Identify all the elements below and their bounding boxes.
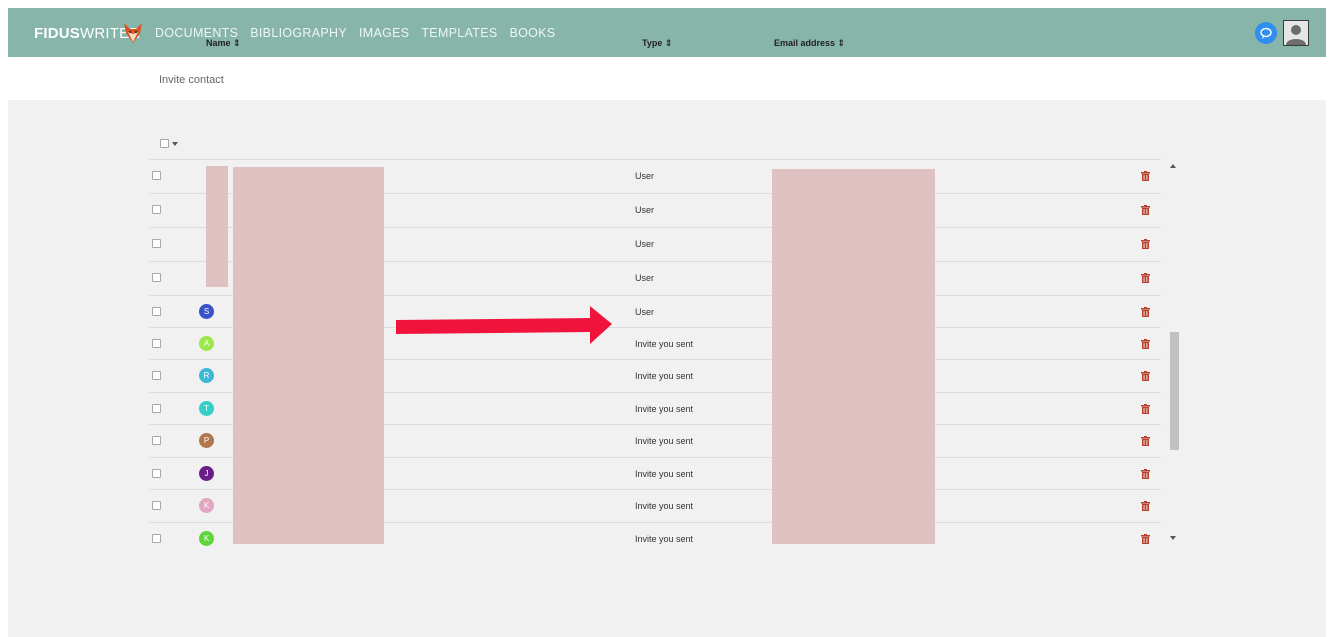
row-checkbox[interactable] — [152, 205, 161, 214]
trash-icon[interactable] — [1141, 436, 1150, 446]
trash-icon[interactable] — [1141, 501, 1150, 511]
row-checkbox[interactable] — [152, 469, 161, 478]
chat-button[interactable] — [1255, 22, 1277, 44]
contact-avatar: P — [199, 433, 214, 448]
row-checkbox[interactable] — [152, 239, 161, 248]
contact-avatar: K — [199, 498, 214, 513]
chat-bubble-icon — [1260, 27, 1272, 39]
trash-icon[interactable] — [1141, 171, 1150, 181]
user-menu-button[interactable] — [1283, 20, 1309, 46]
trash-icon[interactable] — [1141, 534, 1150, 544]
contact-avatar: T — [199, 401, 214, 416]
contact-type: Invite you sent — [635, 501, 694, 511]
contact-type: User — [635, 205, 655, 215]
trash-icon[interactable] — [1141, 273, 1150, 283]
table-scrollbar[interactable] — [1161, 160, 1179, 544]
row-checkbox[interactable] — [152, 436, 161, 445]
contact-type: User — [635, 307, 655, 317]
row-checkbox[interactable] — [152, 501, 161, 510]
trash-icon[interactable] — [1141, 469, 1150, 479]
scrollbar-thumb[interactable] — [1170, 332, 1179, 450]
trash-icon[interactable] — [1141, 404, 1150, 414]
column-header-name[interactable]: Name ⇕ — [206, 38, 241, 49]
row-checkbox[interactable] — [152, 307, 161, 316]
nav-images[interactable]: IMAGES — [359, 26, 409, 40]
contact-type: User — [635, 273, 655, 283]
contact-avatar: S — [199, 304, 214, 319]
select-all-dropdown-icon[interactable] — [172, 142, 178, 146]
nav-books[interactable]: BOOKS — [509, 26, 555, 40]
row-checkbox[interactable] — [152, 171, 161, 180]
trash-icon[interactable] — [1141, 307, 1150, 317]
contact-avatar: J — [199, 466, 214, 481]
contact-type: Invite you sent — [635, 339, 694, 349]
contact-avatar: R — [199, 368, 214, 383]
invite-contact-link[interactable]: Invite contact — [159, 74, 224, 86]
contact-avatar: K — [199, 531, 214, 546]
trash-icon[interactable] — [1141, 239, 1150, 249]
row-checkbox[interactable] — [152, 339, 161, 348]
nav-templates[interactable]: TEMPLATES — [421, 26, 497, 40]
trash-icon[interactable] — [1141, 371, 1150, 381]
user-avatar-icon — [1286, 25, 1306, 45]
redaction-block — [233, 167, 384, 544]
contact-type: User — [635, 171, 655, 181]
scroll-up-icon[interactable] — [1170, 164, 1176, 168]
contact-type: Invite you sent — [635, 469, 694, 479]
contact-type: Invite you sent — [635, 404, 694, 414]
trash-icon[interactable] — [1141, 339, 1150, 349]
scroll-down-icon[interactable] — [1170, 536, 1176, 540]
red-arrow-annotation — [396, 306, 612, 344]
redaction-block — [772, 169, 935, 544]
column-header-email[interactable]: Email address ⇕ — [774, 38, 845, 49]
row-checkbox[interactable] — [152, 534, 161, 543]
select-all-checkbox[interactable] — [160, 139, 169, 148]
row-checkbox[interactable] — [152, 371, 161, 380]
contact-avatar: A — [199, 336, 214, 351]
nav-bibliography[interactable]: BIBLIOGRAPHY — [250, 26, 347, 40]
contact-type: Invite you sent — [635, 371, 694, 381]
trash-icon[interactable] — [1141, 205, 1150, 215]
sub-header: Invite contact — [8, 57, 1326, 100]
contact-type: User — [635, 239, 655, 249]
fox-logo-icon — [124, 23, 142, 43]
column-header-type[interactable]: Type ⇕ — [642, 38, 672, 49]
row-checkbox[interactable] — [152, 404, 161, 413]
top-navbar: FIDUSWRITER DOCUMENTS BIBLIOGRAPHY IMAGE… — [8, 8, 1326, 57]
contact-type: Invite you sent — [635, 436, 694, 446]
contact-type: Invite you sent — [635, 534, 694, 544]
redaction-block — [206, 166, 228, 287]
row-checkbox[interactable] — [152, 273, 161, 282]
